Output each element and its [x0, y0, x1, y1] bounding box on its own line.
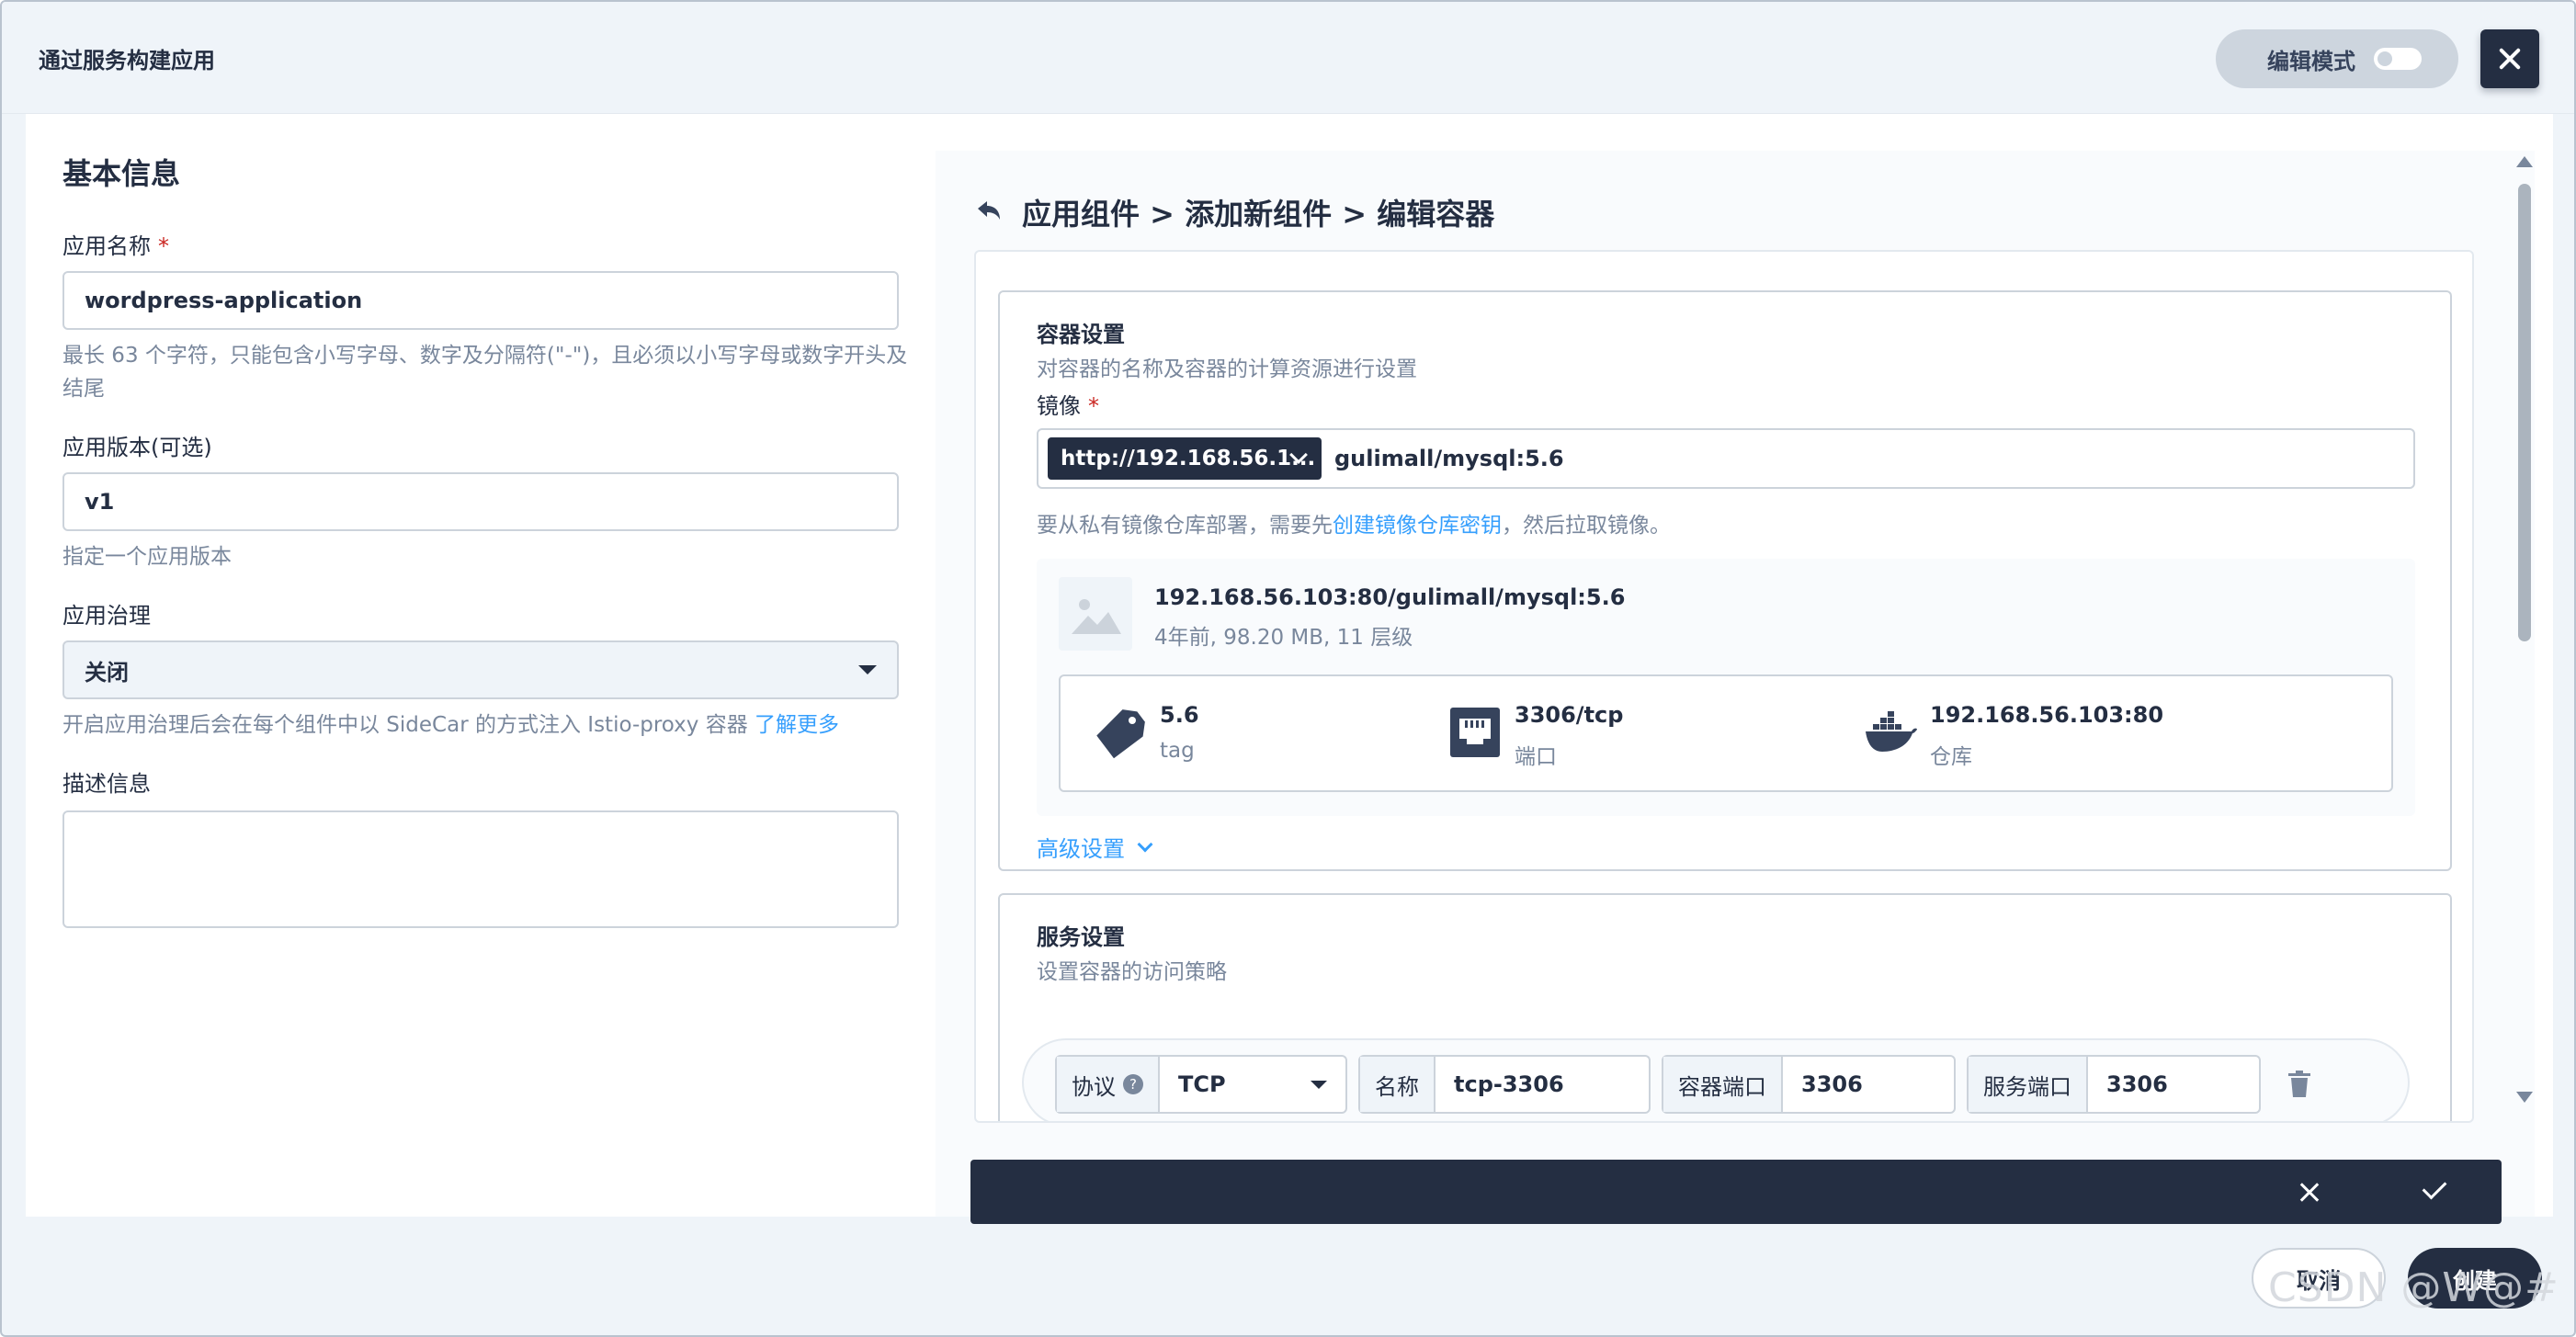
app-name-hint: 最长 63 个字符，只能包含小写字母、数字及分隔符("-")，且必须以小写字母或… — [62, 344, 908, 401]
service-port-value: 3306 — [2106, 1071, 2168, 1097]
cancel-edit-icon[interactable] — [2298, 1180, 2321, 1204]
section-title-basic-info: 基本信息 — [62, 156, 181, 191]
image-placeholder-icon — [1059, 577, 1132, 651]
container-port-value: 3306 — [1801, 1071, 1863, 1097]
protocol-label: 协议? — [1057, 1057, 1160, 1112]
learn-more-link[interactable]: 了解更多 — [755, 713, 839, 737]
port-row: 协议? TCP 名称 tcp-3306 容器端口 3306 服务端口 3306 — [1022, 1038, 2410, 1121]
image-input[interactable]: http://192.168.56.1... gulimall/mysql:5.… — [1037, 428, 2415, 489]
tag-icon — [1096, 709, 1145, 759]
chevron-down-icon — [1137, 836, 1153, 852]
modal-header: 通过服务构建应用 编辑模式 — [2, 2, 2574, 114]
service-port-field[interactable]: 服务端口 3306 — [1967, 1055, 2261, 1114]
registry-value: http://192.168.56.1... — [1061, 447, 1316, 470]
edit-mode-label: 编辑模式 — [2267, 48, 2355, 74]
version-input[interactable]: v1 — [62, 472, 899, 531]
version-label: 应用版本(可选) — [62, 435, 212, 460]
service-port-label: 服务端口 — [1969, 1057, 2088, 1112]
image-full-name: 192.168.56.103:80/gulimall/mysql:5.6 — [1154, 584, 1626, 610]
port-name-field[interactable]: 名称 tcp-3306 — [1358, 1055, 1651, 1114]
service-settings-desc: 设置容器的访问策略 — [1037, 960, 1227, 984]
trash-icon[interactable] — [2287, 1070, 2312, 1099]
scrollbar-thumb[interactable] — [2518, 184, 2531, 641]
image-meta: 4年前, 98.20 MB, 11 层级 — [1154, 626, 1413, 650]
container-settings-card: 容器设置 对容器的名称及容器的计算资源进行设置 镜像 * http://192.1… — [998, 290, 2452, 871]
version-hint: 指定一个应用版本 — [62, 545, 232, 569]
ethernet-port-icon — [1450, 708, 1500, 757]
app-name-input[interactable]: wordpress-application — [62, 271, 899, 330]
watermark: CSDN @W@# — [2268, 1264, 2559, 1311]
description-textarea[interactable] — [62, 810, 899, 928]
service-settings-card: 服务设置 设置容器的访问策略 协议? TCP 名称 tcp-3306 容器端口 — [998, 893, 2452, 1121]
advanced-settings-toggle[interactable]: 高级设置 — [1037, 831, 1153, 863]
image-hint: 要从私有镜像仓库部署，需要先创建镜像仓库密钥，然后拉取镜像。 — [1037, 514, 1671, 538]
container-settings-desc: 对容器的名称及容器的计算资源进行设置 — [1037, 357, 1417, 381]
confirm-check-icon[interactable] — [2422, 1174, 2447, 1200]
image-value: gulimall/mysql:5.6 — [1334, 446, 1564, 471]
governance-select[interactable]: 关闭 — [62, 640, 899, 699]
service-settings-title: 服务设置 — [1037, 924, 1125, 950]
toggle-switch[interactable] — [2374, 48, 2422, 70]
back-arrow-icon[interactable] — [974, 198, 1004, 227]
container-settings-title: 容器设置 — [1037, 322, 1125, 347]
description-label: 描述信息 — [62, 771, 151, 797]
governance-hint: 开启应用治理后会在每个组件中以 SideCar 的方式注入 Istio-prox… — [62, 713, 840, 737]
scroll-up-arrow[interactable] — [2516, 156, 2533, 167]
protocol-value: TCP — [1178, 1071, 1226, 1097]
editor-content: 容器设置 对容器的名称及容器的计算资源进行设置 镜像 * http://192.1… — [974, 250, 2474, 1123]
help-icon[interactable]: ? — [1123, 1074, 1143, 1094]
caret-down-icon — [1311, 1080, 1327, 1089]
port-name-value: tcp-3306 — [1454, 1071, 1564, 1097]
port-name-label: 名称 — [1360, 1057, 1436, 1112]
create-secret-link[interactable]: 创建镜像仓库密钥 — [1333, 514, 1502, 538]
scroll-down-arrow[interactable] — [2516, 1092, 2533, 1103]
governance-value: 关闭 — [85, 659, 129, 685]
protocol-select[interactable]: 协议? TCP — [1055, 1055, 1347, 1114]
basic-info-form: 基本信息 应用名称 * wordpress-application 最长 63 个… — [62, 151, 908, 928]
docker-icon — [1866, 711, 1917, 752]
modal-body: 基本信息 应用名称 * wordpress-application 最长 63 个… — [26, 114, 2553, 1224]
governance-label: 应用治理 — [62, 603, 151, 629]
registry-select[interactable]: http://192.168.56.1... — [1048, 437, 1322, 480]
edit-confirm-bar — [970, 1160, 2502, 1224]
image-label: 镜像 * — [1037, 393, 1099, 419]
breadcrumb-text: 应用组件 > 添加新组件 > 编辑容器 — [1022, 197, 1495, 232]
edit-mode-toggle[interactable]: 编辑模式 — [2216, 29, 2458, 88]
modal-window: 通过服务构建应用 编辑模式 基本信息 应用名称 * wordpress-appli… — [0, 0, 2576, 1337]
toggle-knob — [2377, 51, 2392, 66]
caret-down-icon — [858, 665, 877, 674]
breadcrumb: 应用组件 > 添加新组件 > 编辑容器 — [974, 191, 1494, 233]
image-details: 5.6 tag 3306/tcp 端口 192.168.56.103:80 仓库 — [1059, 674, 2393, 792]
close-icon[interactable] — [2480, 29, 2539, 88]
container-port-label: 容器端口 — [1663, 1057, 1783, 1112]
container-port-field[interactable]: 容器端口 3306 — [1662, 1055, 1956, 1114]
modal-title: 通过服务构建应用 — [39, 48, 215, 74]
image-info-panel: 192.168.56.103:80/gulimall/mysql:5.6 4年前… — [1037, 559, 2415, 816]
component-editor-panel: 应用组件 > 添加新组件 > 编辑容器 容器设置 对容器的名称及容器的计算资源进… — [936, 151, 2535, 1224]
app-name-label: 应用名称 * — [62, 233, 169, 259]
